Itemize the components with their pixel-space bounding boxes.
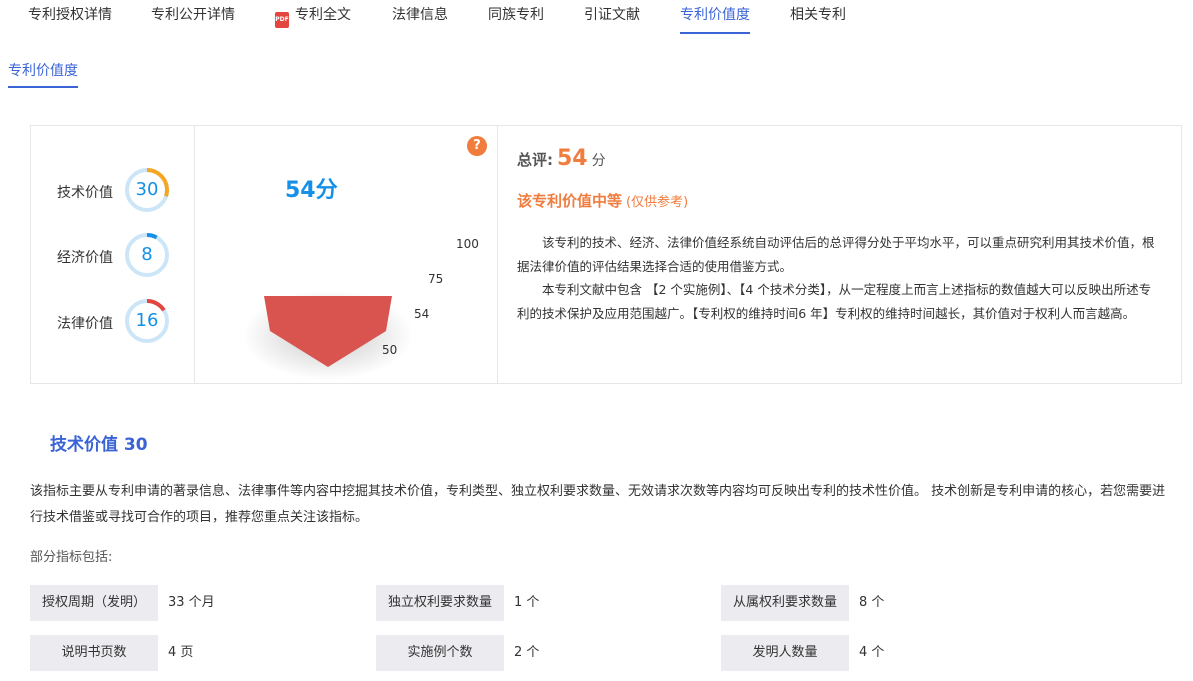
score-funnel-chart xyxy=(200,230,490,380)
summary-paragraph: 本专利文献中包含 【2 个实施例】、【4 个技术分类】，从一定程度上而言上述指标… xyxy=(517,278,1162,325)
sub-tab-patent-value[interactable]: 专利价值度 xyxy=(8,60,78,88)
divider xyxy=(194,126,195,383)
metric-label: 经济价值 xyxy=(57,247,113,267)
metric-value: 16 xyxy=(123,297,171,345)
tab-label: 引证文献 xyxy=(584,7,640,23)
tab-label: 同族专利 xyxy=(488,7,544,23)
tab-patent-publication-details[interactable]: 专利公开详情 xyxy=(151,0,235,34)
metric-label: 技术价值 xyxy=(57,182,113,202)
funnel-level-label: 50 xyxy=(382,343,397,357)
help-icon[interactable]: ? xyxy=(467,136,487,156)
metric-legal-value: 法律价值 16 xyxy=(31,297,194,347)
indicator-value: 33 个月 xyxy=(168,585,215,621)
indicator-key: 说明书页数 xyxy=(30,635,158,671)
indicators-label: 部分指标包括: xyxy=(30,546,112,565)
indicator-key: 从属权利要求数量 xyxy=(721,585,849,621)
tab-label: 专利价值度 xyxy=(680,7,750,23)
section-title: 技术价值 30 xyxy=(50,430,148,455)
value-level-note: (仅供参考) xyxy=(626,195,688,210)
funnel-level-label: 54 xyxy=(414,307,429,321)
indicator-key: 授权周期（发明） xyxy=(30,585,158,621)
section-description: 该指标主要从专利申请的著录信息、法律事件等内容中挖掘其技术价值，专利类型、独立权… xyxy=(30,479,1170,531)
divider xyxy=(497,126,498,383)
funnel-level-label: 100 xyxy=(456,237,479,251)
indicator-value: 8 个 xyxy=(859,585,884,621)
tab-legal-info[interactable]: 法律信息 xyxy=(392,0,448,34)
metric-label: 法律价值 xyxy=(57,313,113,333)
metric-economic-value: 经济价值 8 xyxy=(31,231,194,281)
indicator-key: 发明人数量 xyxy=(721,635,849,671)
summary-description: 该专利的技术、经济、法律价值经系统自动评估后的总评得分处于平均水平，可以重点研究… xyxy=(517,231,1162,325)
indicator-value: 2 个 xyxy=(514,635,539,671)
summary-title: 总评:54分 xyxy=(517,146,606,171)
tab-label: 专利授权详情 xyxy=(28,7,112,23)
indicator-key: 独立权利要求数量 xyxy=(376,585,504,621)
summary-label: 总评: xyxy=(517,151,553,169)
tab-label: 专利公开详情 xyxy=(151,7,235,23)
top-tab-bar: 专利授权详情 专利公开详情 PDF 专利全文 法律信息 同族专利 引证文献 专利价… xyxy=(0,0,1193,34)
indicator-value: 1 个 xyxy=(514,585,539,621)
total-score: 54分 xyxy=(285,172,338,204)
tab-citations[interactable]: 引证文献 xyxy=(584,0,640,34)
indicator-value: 4 个 xyxy=(859,635,884,671)
indicator-key: 实施例个数 xyxy=(376,635,504,671)
value-level: 该专利价值中等 (仅供参考) xyxy=(517,190,688,211)
metric-value: 30 xyxy=(123,166,171,214)
tab-patent-fulltext[interactable]: PDF 专利全文 xyxy=(275,0,351,34)
summary-score: 54 xyxy=(557,146,588,171)
sub-tab-label: 专利价值度 xyxy=(8,63,78,79)
funnel-level-label: 75 xyxy=(428,272,443,286)
tab-related-patents[interactable]: 相关专利 xyxy=(790,0,846,34)
metric-technical-value: 技术价值 30 xyxy=(31,166,194,216)
pdf-icon: PDF xyxy=(275,12,289,28)
summary-paragraph: 该专利的技术、经济、法律价值经系统自动评估后的总评得分处于平均水平，可以重点研究… xyxy=(517,231,1162,278)
tab-patent-grant-details[interactable]: 专利授权详情 xyxy=(28,0,112,34)
tab-patent-value[interactable]: 专利价值度 xyxy=(680,0,750,34)
tab-label: 法律信息 xyxy=(392,7,448,23)
summary-unit: 分 xyxy=(592,153,606,169)
tab-label: 专利全文 xyxy=(295,7,351,23)
metric-value: 8 xyxy=(123,231,171,279)
tab-label: 相关专利 xyxy=(790,7,846,23)
tab-family-patents[interactable]: 同族专利 xyxy=(488,0,544,34)
indicator-value: 4 页 xyxy=(168,635,193,671)
value-level-text: 该专利价值中等 xyxy=(517,192,622,210)
funnel-upper-segment xyxy=(264,296,392,331)
